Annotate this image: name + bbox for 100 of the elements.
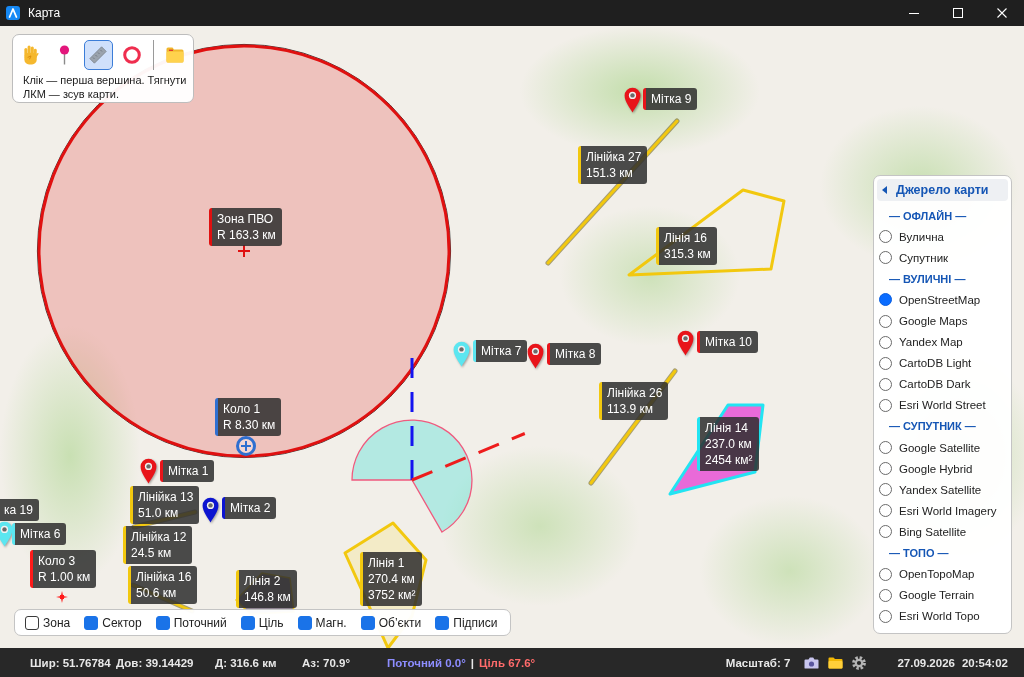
radio-button[interactable]: [879, 398, 892, 412]
map-source-option[interactable]: CartoDB Light: [879, 356, 972, 370]
distance-text: 146.8 км: [244, 589, 291, 605]
distance-text: 24.5 км: [131, 545, 173, 561]
layer-toggle[interactable]: Підписи: [435, 615, 498, 630]
hint-text: Клік — перша вершина. Тягнути ЛКМ — зсув карти.: [23, 73, 188, 101]
layer-toggle[interactable]: Зона: [25, 615, 71, 630]
time-text: 20:54:02: [961, 656, 1008, 669]
radio-button[interactable]: [879, 230, 892, 244]
checkbox[interactable]: [84, 615, 99, 630]
ruler-tool-button[interactable]: [83, 40, 114, 70]
radius-text: R 8.30 км: [223, 417, 276, 433]
checkbox[interactable]: [360, 615, 375, 630]
callout-title: Коло 3: [38, 553, 77, 569]
radio-button[interactable]: [879, 588, 892, 602]
callout-title: Лінія 1: [368, 555, 406, 571]
map-source-option[interactable]: Google Maps: [879, 314, 968, 328]
callout-title: Зона ПВО: [217, 211, 275, 227]
callout-title: Лінійка 12: [131, 529, 187, 545]
distance-text: 237.0 км: [705, 436, 753, 452]
map-source-option[interactable]: CartoDB Dark: [879, 377, 971, 391]
map-source-option[interactable]: OpenTopoMap: [879, 567, 975, 581]
map-source-option[interactable]: Google Hybrid: [879, 462, 973, 476]
marker-label: Мітка 1: [160, 460, 215, 482]
checkbox[interactable]: [435, 615, 450, 630]
latitude-text: Шир: 51.76784: [30, 656, 111, 669]
folder-button[interactable]: [828, 656, 844, 669]
layer-toggle[interactable]: Сектор: [84, 615, 142, 630]
settings-button[interactable]: [852, 655, 867, 670]
section-heading: — СУПУТНИК —: [889, 420, 976, 433]
map-source-option[interactable]: Yandex Map: [879, 335, 963, 349]
pushpin-icon: [59, 45, 71, 65]
area-text: 3752 км²: [368, 587, 416, 603]
camera-button[interactable]: [804, 656, 820, 669]
radio-button[interactable]: [879, 462, 892, 476]
map-source-option[interactable]: Yandex Satellite: [879, 483, 982, 497]
marker-label: Мітка 8: [547, 343, 602, 365]
distance-text: 51.0 км: [138, 505, 180, 521]
radio-button[interactable]: [879, 377, 892, 391]
map-source-option[interactable]: Google Satellite: [879, 441, 981, 455]
folder-icon: [828, 656, 844, 669]
checkbox[interactable]: [155, 615, 170, 630]
distance-text: 151.3 км: [586, 165, 634, 181]
date-text: 27.09.2026: [897, 656, 955, 669]
distance-text: 270.4 км: [368, 571, 416, 587]
radius-text: R 1.00 км: [38, 569, 91, 585]
layer-toggle[interactable]: Магн.: [297, 615, 347, 630]
callout-title: Коло 1: [223, 401, 262, 417]
map-source-option[interactable]: Esri World Imagery: [879, 504, 997, 518]
azimuth-text: Аз: 70.9°: [302, 656, 351, 669]
map-source-option[interactable]: Супутник: [879, 251, 949, 265]
map-source-option[interactable]: OpenStreetMap: [879, 293, 981, 307]
close-icon: [997, 8, 1007, 18]
checkbox[interactable]: [240, 615, 255, 630]
window-title: Карта: [28, 6, 61, 20]
maximize-icon: [953, 8, 963, 18]
radio-button[interactable]: [879, 251, 892, 265]
hand-icon: [22, 45, 40, 65]
ruler-label: ка 19: [0, 499, 39, 521]
area-text: 2454 км²: [705, 452, 753, 468]
radio-button[interactable]: [879, 525, 892, 539]
callout-title: Лінійка 16: [136, 569, 192, 585]
radio-button[interactable]: [879, 314, 892, 328]
map-source-option[interactable]: Esri World Topo: [879, 609, 980, 623]
section-heading: — ТОПО —: [889, 547, 949, 560]
app-icon: [6, 6, 20, 20]
map-source-option[interactable]: Bing Satellite: [879, 525, 967, 539]
marker-label: Мітка 7: [473, 340, 528, 362]
distance-text: 315.3 км: [664, 246, 711, 262]
layer-toggle[interactable]: Ціль: [240, 615, 284, 630]
marker-label: Мітка 2: [222, 497, 277, 519]
target-heading-text: Ціль 67.6°: [479, 656, 536, 669]
radio-button[interactable]: [879, 483, 892, 497]
callout-title: Лінія 14: [705, 420, 749, 436]
checkbox[interactable]: [297, 615, 312, 630]
minimize-icon: [909, 12, 919, 14]
radio-button[interactable]: [879, 567, 892, 581]
checkbox[interactable]: [25, 615, 39, 630]
layer-toggle[interactable]: Поточний: [155, 615, 227, 630]
radio-button[interactable]: [879, 609, 892, 623]
settings-icon: [852, 655, 867, 670]
zoom-level-text: Масштаб: 7: [725, 656, 791, 669]
callout-title: Лінійка 26: [607, 385, 663, 401]
radio-button[interactable]: [879, 504, 892, 518]
map-source-option[interactable]: Esri World Street: [879, 398, 986, 412]
section-heading: — ВУЛИЧНІ —: [889, 272, 966, 285]
radio-button[interactable]: [879, 441, 892, 455]
panel-header-button[interactable]: Джерело карти: [877, 179, 1008, 201]
map-source-option[interactable]: Вулична: [879, 230, 944, 244]
radius-text: R 163.3 км: [217, 227, 276, 243]
section-heading: — ОФЛАЙН —: [889, 209, 967, 222]
callout-title: Лінія 2: [244, 573, 282, 589]
layer-toggle[interactable]: Об’єкти: [360, 615, 422, 630]
distance-text: 113.9 км: [607, 401, 654, 417]
marker-label: Мітка 6: [12, 523, 67, 545]
radio-button[interactable]: [879, 335, 892, 349]
map-source-option[interactable]: Google Terrain: [879, 588, 975, 602]
distance-text: Д: 316.6 км: [215, 656, 277, 669]
radio-button[interactable]: [879, 356, 892, 370]
radio-button[interactable]: [879, 293, 892, 307]
